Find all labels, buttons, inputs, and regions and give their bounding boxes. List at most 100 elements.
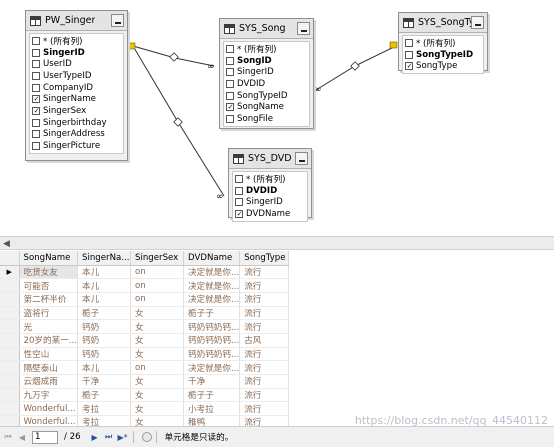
table-cell[interactable]: 流行 bbox=[239, 360, 290, 375]
column-item[interactable]: SongFile bbox=[224, 113, 309, 125]
table-cell[interactable]: 女 bbox=[130, 333, 185, 348]
row-header[interactable] bbox=[0, 292, 20, 307]
table-cell[interactable]: 女 bbox=[130, 388, 185, 403]
table-cell[interactable]: 盗将行 bbox=[19, 306, 79, 321]
table-cell[interactable]: 考拉 bbox=[77, 415, 132, 426]
page-number-input[interactable]: 1 bbox=[32, 430, 58, 444]
table-cell[interactable]: 钙奶 bbox=[77, 319, 132, 334]
table-cell[interactable]: 考拉 bbox=[77, 401, 132, 417]
table-header[interactable]: PW_Singer bbox=[26, 11, 127, 31]
minimize-button[interactable] bbox=[471, 16, 484, 29]
table-cell[interactable]: 决定就是你... bbox=[183, 278, 241, 293]
table-cell[interactable]: on bbox=[130, 292, 185, 307]
row-header[interactable] bbox=[0, 388, 20, 403]
table-cell[interactable]: 第二杯半价 bbox=[19, 292, 79, 307]
column-checkbox[interactable] bbox=[226, 68, 234, 77]
table-header[interactable]: SYS_SongTy... bbox=[399, 13, 487, 33]
row-header[interactable] bbox=[0, 360, 20, 375]
table-cell[interactable]: 流行 bbox=[239, 265, 290, 280]
table-cell[interactable]: 女 bbox=[130, 374, 185, 389]
table-header[interactable]: SYS_Song bbox=[220, 19, 313, 39]
column-checkbox[interactable] bbox=[235, 209, 243, 218]
table-cell[interactable]: 流行 bbox=[239, 306, 290, 321]
column-checkbox[interactable] bbox=[226, 91, 234, 100]
column-item[interactable]: SongType bbox=[403, 60, 483, 72]
column-item[interactable]: SingerID bbox=[224, 66, 309, 78]
table-cell[interactable]: 流行 bbox=[239, 319, 290, 334]
table-cell[interactable]: 千净 bbox=[77, 374, 132, 389]
column-checkbox[interactable] bbox=[32, 60, 40, 69]
scroll-left-icon[interactable]: ◀ bbox=[3, 239, 10, 249]
table-cell[interactable]: 女 bbox=[130, 319, 185, 334]
column-item[interactable]: * (所有列) bbox=[224, 43, 309, 55]
table-cell[interactable]: 钙奶钙奶钙... bbox=[183, 347, 241, 362]
table-cell[interactable]: 流行 bbox=[239, 278, 290, 293]
row-header[interactable] bbox=[0, 415, 20, 426]
column-item[interactable]: SongName bbox=[224, 101, 309, 113]
table-sys-dvd[interactable]: SYS_DVD * (所有列)DVDIDSingerIDDVDName bbox=[228, 148, 312, 222]
table-cell[interactable]: 女 bbox=[130, 306, 185, 321]
table-cell[interactable]: 20岁的某一... bbox=[19, 333, 79, 348]
minimize-button[interactable] bbox=[295, 152, 308, 165]
table-cell[interactable]: 钙奶 bbox=[77, 347, 132, 362]
column-item[interactable]: UserTypeID bbox=[30, 70, 123, 82]
column-header[interactable]: SingerNa... bbox=[77, 251, 132, 266]
table-cell[interactable]: Wonderful... bbox=[19, 401, 79, 417]
column-item[interactable]: DVDID bbox=[224, 78, 309, 90]
table-cell[interactable]: 云烟成雨 bbox=[19, 374, 79, 389]
column-checkbox[interactable] bbox=[32, 118, 40, 127]
minimize-button[interactable] bbox=[297, 22, 310, 35]
first-page-icon[interactable]: ⏮ bbox=[2, 431, 14, 443]
column-checkbox[interactable] bbox=[32, 48, 40, 57]
column-item[interactable]: DVDName bbox=[233, 208, 307, 220]
column-checkbox[interactable] bbox=[32, 142, 40, 151]
column-checkbox[interactable] bbox=[32, 36, 40, 45]
table-cell[interactable]: 流行 bbox=[239, 401, 290, 417]
table-row[interactable]: 第二杯半价 本儿 on 决定就是你... 流行 bbox=[0, 292, 290, 307]
table-cell[interactable]: 栀子子 bbox=[183, 306, 241, 321]
table-row[interactable]: 光钙奶女钙奶钙奶钙... 流行 bbox=[0, 319, 290, 334]
table-pw-singer[interactable]: PW_Singer * (所有列) SingerID UserID UserTypeI… bbox=[25, 10, 128, 161]
column-item[interactable]: SongTypeID bbox=[403, 49, 483, 61]
table-cell[interactable]: 流行 bbox=[239, 415, 290, 426]
column-item[interactable]: * (所有列) bbox=[30, 35, 123, 47]
table-cell[interactable]: 古风 bbox=[239, 333, 290, 348]
column-item[interactable]: UserID bbox=[30, 58, 123, 70]
table-cell[interactable]: 流行 bbox=[239, 347, 290, 362]
table-row[interactable]: 云烟成雨 千净女千净 流行 bbox=[0, 374, 290, 389]
column-item[interactable]: CompanyID bbox=[30, 82, 123, 94]
table-cell[interactable]: on bbox=[130, 360, 185, 375]
column-item[interactable]: SongID bbox=[224, 55, 309, 67]
column-checkbox[interactable] bbox=[32, 71, 40, 80]
table-cell[interactable]: 本儿 bbox=[77, 292, 132, 307]
row-header[interactable]: ▶ bbox=[0, 265, 20, 280]
column-checkbox[interactable] bbox=[405, 62, 413, 71]
table-row[interactable]: 性空山 钙奶女钙奶钙奶钙... 流行 bbox=[0, 347, 290, 362]
table-cell[interactable]: on bbox=[130, 265, 185, 280]
table-cell[interactable]: 决定就是你... bbox=[183, 360, 241, 375]
table-sys-songtype[interactable]: SYS_SongTy... * (所有列)SongTypeIDSongType bbox=[398, 12, 488, 75]
column-checkbox[interactable] bbox=[226, 114, 234, 123]
table-cell[interactable]: 女 bbox=[130, 347, 185, 362]
table-row[interactable]: 20岁的某一... 钙奶女钙奶钙奶钙... 古风 bbox=[0, 333, 290, 348]
table-row[interactable]: 隔壁泰山 本儿 on 决定就是你... 流行 bbox=[0, 360, 290, 375]
table-cell[interactable]: 决定就是你... bbox=[183, 292, 241, 307]
column-item[interactable]: DVDID bbox=[233, 185, 307, 197]
minimize-button[interactable] bbox=[111, 14, 124, 27]
column-checkbox[interactable] bbox=[405, 50, 413, 59]
table-row[interactable]: Wonderful... 考拉女小考拉 流行 bbox=[0, 401, 290, 417]
column-item[interactable]: Singerbirthday bbox=[30, 117, 123, 129]
table-cell[interactable]: 流行 bbox=[239, 374, 290, 389]
table-cell[interactable]: 吃货女友 bbox=[19, 265, 79, 280]
table-row[interactable]: Wonderful... 考拉女稚鸭 流行 bbox=[0, 415, 290, 426]
column-checkbox[interactable] bbox=[226, 56, 234, 65]
row-header[interactable] bbox=[0, 319, 20, 334]
table-header[interactable]: SYS_DVD bbox=[229, 149, 311, 169]
table-cell[interactable]: 钙奶钙奶钙... bbox=[183, 319, 241, 334]
table-cell[interactable]: 可能否 bbox=[19, 278, 79, 293]
table-cell[interactable]: Wonderful... bbox=[19, 415, 79, 426]
row-header[interactable] bbox=[0, 306, 20, 321]
row-header[interactable] bbox=[0, 278, 20, 293]
table-cell[interactable]: 钙奶 bbox=[77, 333, 132, 348]
column-header[interactable]: SongType bbox=[239, 251, 290, 266]
